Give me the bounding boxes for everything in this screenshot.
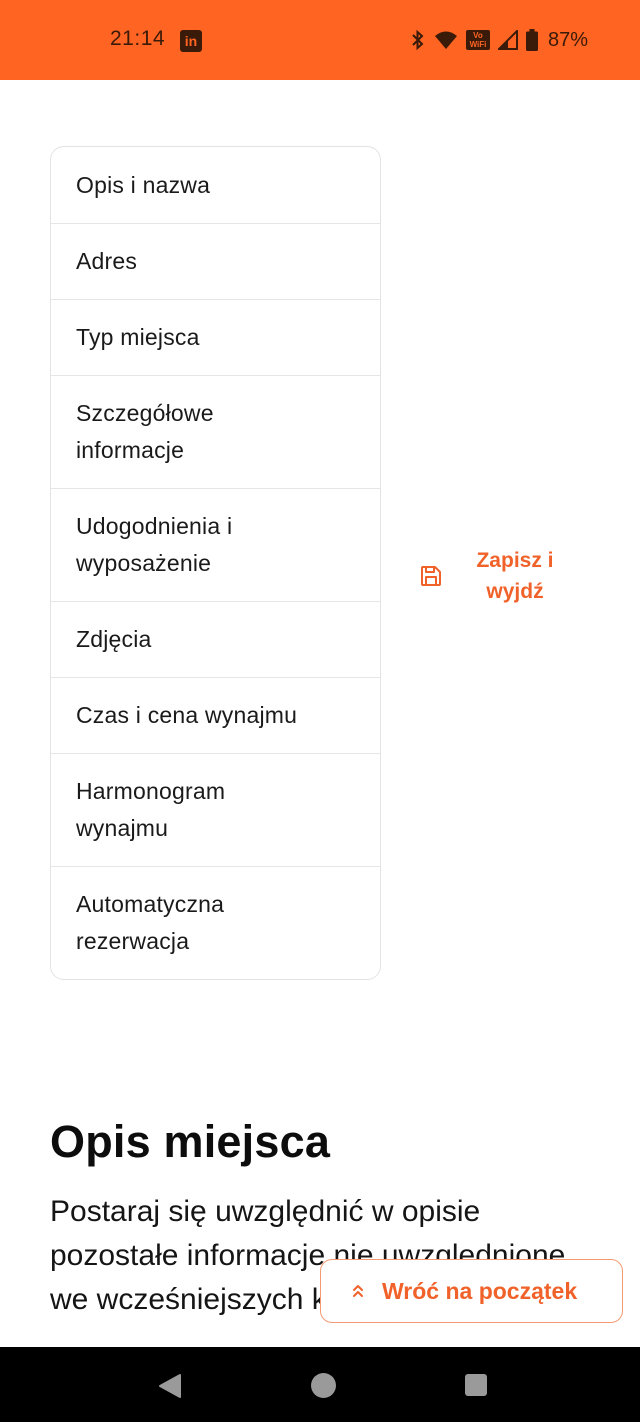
step-item-udogodnienia[interactable]: Udogodnienia i wyposażenie	[51, 488, 380, 601]
status-bar: 21:14 in Vo WiFi 87%	[0, 0, 640, 80]
signal-icon	[497, 30, 518, 50]
step-item-harmonogram[interactable]: Harmonogram wynajmu	[51, 753, 380, 866]
linkedin-icon: in	[180, 30, 202, 52]
bluetooth-icon	[412, 30, 424, 50]
wifi-icon	[434, 31, 457, 49]
back-icon[interactable]	[157, 1373, 183, 1399]
step-item-label: Harmonogram wynajmu	[76, 778, 226, 841]
section-title: Opis miejsca	[50, 1116, 331, 1167]
back-to-top-label: Wróć na początek	[382, 1277, 578, 1304]
steps-menu: Opis i nazwa Adres Typ miejsca Szczegóło…	[50, 146, 381, 980]
status-time: 21:14	[110, 27, 166, 50]
step-item-szczegolowe-informacje[interactable]: Szczegółowe informacje	[51, 375, 380, 488]
status-icons: Vo WiFi 87%	[410, 26, 588, 54]
recents-icon[interactable]	[465, 1374, 487, 1396]
step-item-opis-i-nazwa[interactable]: Opis i nazwa	[51, 147, 380, 223]
step-item-label: Udogodnienia i wyposażenie	[76, 513, 233, 576]
back-to-top-button[interactable]: Wróć na początek	[320, 1259, 623, 1323]
step-item-typ-miejsca[interactable]: Typ miejsca	[51, 299, 380, 375]
floppy-disk-icon	[421, 566, 441, 586]
save-exit-label: Zapisz i wyjdź	[476, 549, 554, 603]
home-icon[interactable]	[311, 1373, 336, 1398]
battery-percent: 87%	[547, 28, 588, 51]
save-exit-button[interactable]: Zapisz i wyjdź	[416, 544, 576, 608]
step-item-zdjecia[interactable]: Zdjęcia	[51, 601, 380, 677]
double-chevron-up-icon	[353, 1285, 363, 1297]
step-item-label: Szczegółowe informacje	[76, 400, 214, 463]
vowifi-icon: Vo WiFi	[465, 30, 490, 50]
step-item-label: Automatyczna rezerwacja	[76, 891, 225, 954]
step-item-adres[interactable]: Adres	[51, 223, 380, 299]
step-item-automatyczna-rezerwacja[interactable]: Automatyczna rezerwacja	[51, 866, 380, 979]
step-item-czas-i-cena[interactable]: Czas i cena wynajmu	[51, 677, 380, 753]
navigation-bar	[0, 1347, 640, 1422]
battery-icon	[525, 29, 538, 51]
